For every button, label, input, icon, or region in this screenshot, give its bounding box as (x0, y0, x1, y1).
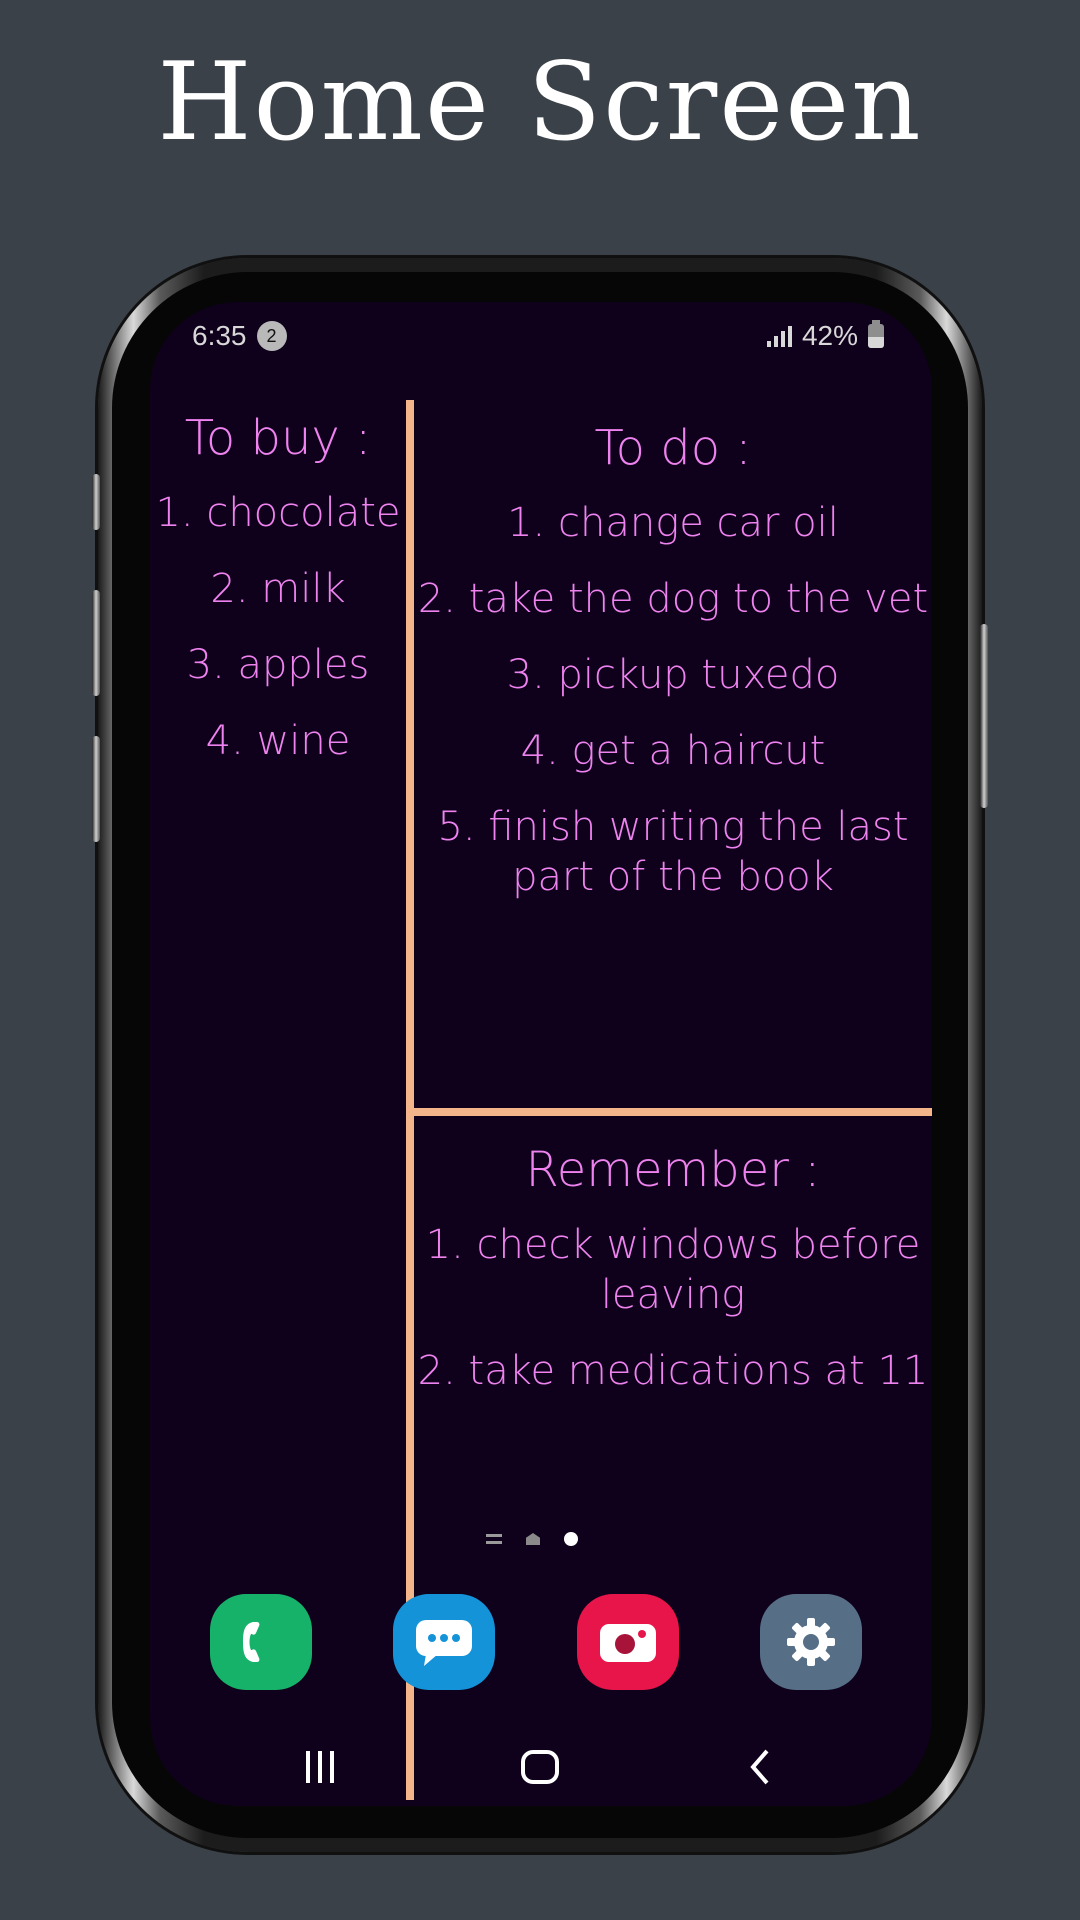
to-buy-heading: To buy : (184, 410, 372, 466)
to-do-list: To do : 1. change car oil 2. take the do… (414, 420, 932, 928)
settings-app-button[interactable] (760, 1594, 862, 1690)
to-buy-list: To buy : 1. chocolate 2. milk 3. apples … (150, 410, 406, 792)
volume-down-button (92, 736, 100, 842)
menu-icon (486, 1534, 502, 1544)
page-title: Home Screen (157, 40, 923, 165)
volume-button (92, 474, 100, 530)
remember-list: Remember : 1. check windows before leavi… (414, 1142, 932, 1422)
to-do-heading: To do : (594, 420, 752, 476)
list-item: 1. change car oil (507, 500, 839, 546)
home-icon (521, 1750, 559, 1784)
list-item: 1. check windows before leaving (425, 1222, 921, 1318)
phone-icon (243, 1622, 260, 1662)
current-page-dot (564, 1532, 578, 1546)
phone-app-button[interactable] (210, 1594, 312, 1690)
recents-icon (306, 1751, 334, 1783)
list-item: 2. take the dog to the vet (417, 576, 929, 622)
volume-up-button (92, 590, 100, 696)
list-item: 4. wine (205, 718, 351, 764)
page-indicator[interactable] (486, 1532, 578, 1546)
list-item: 2. milk (210, 566, 346, 612)
list-item: 3. apples (186, 642, 370, 688)
camera-icon (600, 1624, 656, 1662)
vertical-divider (406, 400, 414, 1800)
back-button[interactable] (730, 1742, 790, 1792)
notification-badge: 2 (256, 321, 287, 351)
navigation-bar (150, 1742, 932, 1802)
status-time: 6:35 (192, 320, 247, 351)
messages-icon (416, 1620, 472, 1666)
status-bar-right: 42% (766, 316, 884, 356)
remember-heading: Remember : (525, 1142, 821, 1198)
camera-app-button[interactable] (577, 1594, 679, 1690)
home-page-icon (526, 1533, 540, 1545)
recents-button[interactable] (290, 1742, 350, 1792)
messages-app-button[interactable] (393, 1594, 495, 1690)
home-button[interactable] (510, 1742, 570, 1792)
list-item: 2. take medications at 11 (417, 1348, 929, 1394)
chevron-left-icon (750, 1749, 769, 1785)
power-button (980, 624, 988, 808)
list-item: 4. get a haircut (520, 728, 826, 774)
gear-icon (787, 1618, 835, 1666)
phone-screen: 6:35 2 42% To buy : 1. chocolate 2. milk… (150, 302, 932, 1806)
battery-icon (868, 320, 884, 348)
status-bar-left: 6:35 2 (192, 316, 287, 356)
signal-icon (766, 325, 792, 347)
horizontal-divider (414, 1108, 932, 1116)
list-item: 1. chocolate (155, 490, 401, 536)
list-item: 5. finish writing the last part of the b… (437, 804, 909, 900)
battery-percent: 42% (801, 320, 858, 351)
list-item: 3. pickup tuxedo (506, 652, 840, 698)
